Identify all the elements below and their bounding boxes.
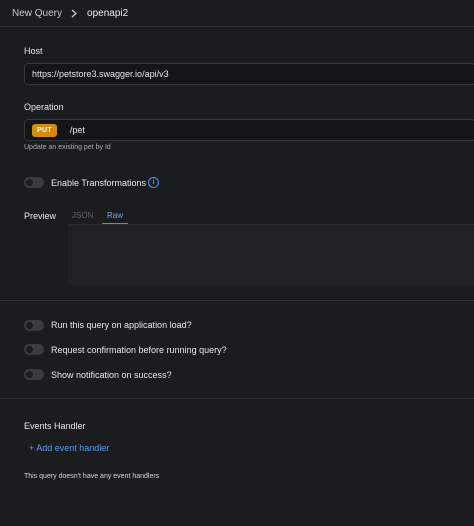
events-empty-text: This query doesn't have any event handle… <box>24 473 160 480</box>
host-value: https://petstore3.swagger.io/api/v3 <box>32 69 169 79</box>
operation-path: /pet <box>69 125 85 135</box>
operation-select[interactable]: PUT /pet <box>24 119 474 141</box>
breadcrumb-query-name[interactable]: openapi2 <box>87 8 128 19</box>
chevron-right-icon <box>71 9 78 18</box>
operation-description: Update an existing pet by Id <box>24 144 111 151</box>
host-label: Host <box>24 46 43 56</box>
show-notification-label: Show notification on success? <box>51 370 172 380</box>
preview-label: Preview <box>24 211 57 221</box>
run-on-load-toggle[interactable] <box>24 320 44 331</box>
info-icon[interactable]: i <box>148 177 159 188</box>
request-confirmation-toggle[interactable] <box>24 344 44 355</box>
section-divider <box>0 398 474 399</box>
operation-label: Operation <box>24 102 64 112</box>
tab-json[interactable]: JSON <box>72 211 93 220</box>
transformations-label: Enable Transformations <box>51 178 147 188</box>
transformations-toggle[interactable] <box>24 177 44 188</box>
method-badge: PUT <box>32 123 57 137</box>
tab-raw[interactable]: Raw <box>107 211 123 220</box>
breadcrumb-new-query[interactable]: New Query <box>12 8 62 19</box>
events-title: Events Handler <box>24 421 86 431</box>
show-notification-toggle[interactable] <box>24 369 44 380</box>
preview-panel <box>68 224 474 286</box>
host-input[interactable]: https://petstore3.swagger.io/api/v3 <box>24 63 474 85</box>
section-divider <box>0 300 474 301</box>
request-confirmation-label: Request confirmation before running quer… <box>51 345 227 355</box>
breadcrumb: New Query openapi2 <box>0 0 474 27</box>
add-event-handler-button[interactable]: + Add event handler <box>29 443 109 453</box>
run-on-load-label: Run this query on application load? <box>51 320 192 330</box>
